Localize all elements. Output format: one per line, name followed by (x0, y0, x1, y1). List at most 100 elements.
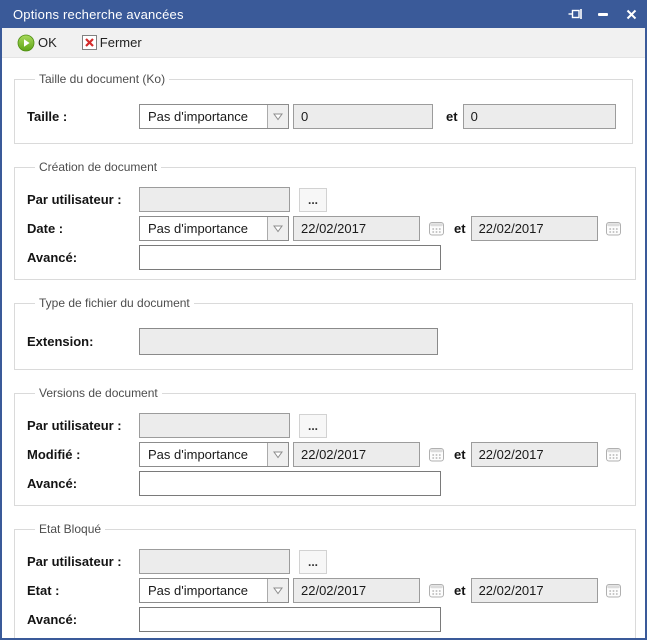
taille-to-input[interactable] (463, 104, 616, 129)
calendar-icon (605, 446, 622, 463)
group-taille-document: Taille du document (Ko) Taille : Pas d'i… (14, 72, 633, 144)
creation-user-controls: ... (139, 187, 327, 212)
etat-advanced-label: Avancé: (27, 612, 139, 627)
creation-date-to-calendar-button[interactable] (605, 220, 623, 238)
etat-advanced-controls (139, 607, 441, 632)
etat-operator-value: Pas d'importance (140, 579, 267, 602)
close-button[interactable] (617, 0, 645, 28)
extension-controls (139, 328, 438, 355)
taille-controls: Pas d'importance et (139, 104, 616, 129)
calendar-icon (605, 220, 622, 237)
creation-user-browse-button[interactable]: ... (299, 188, 327, 212)
versions-user-label: Par utilisateur : (27, 418, 139, 433)
minimize-icon (598, 13, 608, 16)
etat-date-controls: Pas d'importance et (139, 578, 623, 603)
etat-date-label: Etat : (27, 583, 139, 598)
chevron-down-icon (267, 217, 288, 240)
ok-play-icon (17, 34, 35, 52)
extension-label: Extension: (27, 334, 139, 349)
creation-advanced-input[interactable] (139, 245, 441, 270)
and-label: et (454, 221, 466, 236)
versions-date-controls: Pas d'importance et (139, 442, 623, 467)
creation-advanced-row: Avancé: (27, 245, 623, 270)
group-type-fichier: Type de fichier du document Extension: (14, 296, 633, 370)
minimize-button[interactable] (589, 0, 617, 28)
versions-user-browse-button[interactable]: ... (299, 414, 327, 438)
taille-operator-select[interactable]: Pas d'importance (139, 104, 289, 129)
versions-advanced-input[interactable] (139, 471, 441, 496)
etat-date-from-calendar-button[interactable] (427, 582, 445, 600)
versions-advanced-label: Avancé: (27, 476, 139, 491)
versions-date-from-calendar-button[interactable] (427, 446, 445, 464)
group-versions-title: Versions de document (35, 386, 162, 400)
etat-user-label: Par utilisateur : (27, 554, 139, 569)
group-etat-title: Etat Bloqué (35, 522, 105, 536)
creation-date-controls: Pas d'importance et (139, 216, 623, 241)
etat-user-browse-button[interactable]: ... (299, 550, 327, 574)
versions-user-input[interactable] (139, 413, 290, 438)
pin-button[interactable] (561, 0, 589, 28)
etat-user-controls: ... (139, 549, 327, 574)
group-creation-title: Création de document (35, 160, 161, 174)
versions-user-controls: ... (139, 413, 327, 438)
calendar-icon (428, 446, 445, 463)
calendar-icon (428, 220, 445, 237)
dialog-window: Options recherche avancées (0, 0, 647, 640)
pin-icon (568, 7, 583, 21)
taille-row: Taille : Pas d'importance et (27, 104, 620, 129)
dialog-content: Taille du document (Ko) Taille : Pas d'i… (2, 58, 645, 638)
chevron-down-icon (267, 105, 288, 128)
extension-input[interactable] (139, 328, 438, 355)
fermer-button-label: Fermer (100, 35, 142, 50)
ok-button[interactable]: OK (12, 31, 65, 55)
fermer-button[interactable]: Fermer (77, 32, 150, 53)
taille-operator-value: Pas d'importance (140, 105, 267, 128)
versions-date-from-input[interactable] (293, 442, 420, 467)
group-versions-document: Versions de document Par utilisateur : .… (14, 386, 636, 506)
creation-date-operator-value: Pas d'importance (140, 217, 267, 240)
group-taille-title: Taille du document (Ko) (35, 72, 169, 86)
ok-button-label: OK (38, 35, 57, 50)
creation-advanced-label: Avancé: (27, 250, 139, 265)
title-bar: Options recherche avancées (2, 0, 645, 28)
creation-user-input[interactable] (139, 187, 290, 212)
chevron-down-icon (267, 579, 288, 602)
group-etat-bloque: Etat Bloqué Par utilisateur : ... Etat :… (14, 522, 636, 638)
etat-date-from-input[interactable] (293, 578, 420, 603)
versions-date-label: Modifié : (27, 447, 139, 462)
etat-advanced-input[interactable] (139, 607, 441, 632)
etat-date-row: Etat : Pas d'importance (27, 578, 623, 603)
taille-label: Taille : (27, 109, 139, 124)
etat-date-to-input[interactable] (471, 578, 598, 603)
close-icon (626, 9, 637, 20)
creation-user-label: Par utilisateur : (27, 192, 139, 207)
and-label: et (446, 109, 458, 124)
creation-date-operator-select[interactable]: Pas d'importance (139, 216, 289, 241)
creation-date-from-calendar-button[interactable] (427, 220, 445, 238)
versions-advanced-row: Avancé: (27, 471, 623, 496)
creation-user-row: Par utilisateur : ... (27, 187, 623, 212)
calendar-icon (428, 582, 445, 599)
etat-user-input[interactable] (139, 549, 290, 574)
and-label: et (454, 583, 466, 598)
etat-advanced-row: Avancé: (27, 607, 623, 632)
creation-date-label: Date : (27, 221, 139, 236)
creation-date-row: Date : Pas d'importance (27, 216, 623, 241)
versions-date-to-input[interactable] (471, 442, 598, 467)
versions-date-operator-select[interactable]: Pas d'importance (139, 442, 289, 467)
versions-advanced-controls (139, 471, 441, 496)
group-creation-document: Création de document Par utilisateur : .… (14, 160, 636, 280)
creation-date-to-input[interactable] (471, 216, 598, 241)
taille-from-input[interactable] (293, 104, 433, 129)
creation-advanced-controls (139, 245, 441, 270)
chevron-down-icon (267, 443, 288, 466)
etat-date-to-calendar-button[interactable] (605, 582, 623, 600)
versions-date-row: Modifié : Pas d'importance (27, 442, 623, 467)
creation-date-from-input[interactable] (293, 216, 420, 241)
extension-row: Extension: (27, 328, 620, 355)
versions-user-row: Par utilisateur : ... (27, 413, 623, 438)
versions-date-to-calendar-button[interactable] (605, 446, 623, 464)
window-title: Options recherche avancées (13, 7, 184, 22)
calendar-icon (605, 582, 622, 599)
etat-operator-select[interactable]: Pas d'importance (139, 578, 289, 603)
